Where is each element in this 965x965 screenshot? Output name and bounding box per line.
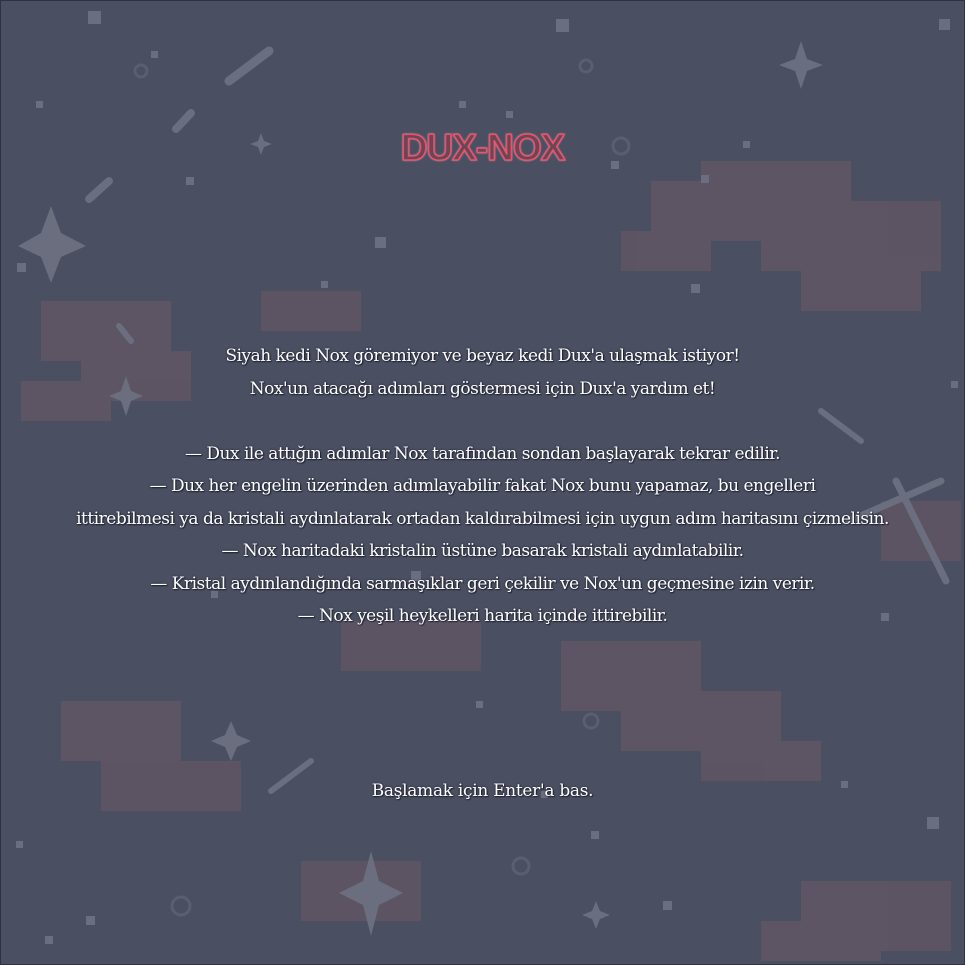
rule-line: — Nox yeşil heykelleri harita içinde itt… [297, 606, 668, 626]
start-prompt[interactable]: Başlamak için Enter'a bas. [1, 781, 964, 801]
intro-line: Nox'un atacağı adımları göstermesi için … [249, 378, 716, 399]
instructions-panel: Siyah kedi Nox göremiyor ve beyaz kedi D… [1, 340, 964, 633]
rule-line: — Kristal aydınlandığında sarmaşıklar ge… [150, 573, 815, 594]
rule-line: — Nox haritadaki kristalin üstüne basara… [221, 541, 744, 561]
rule-line: — Dux ile attığın adımlar Nox tarafından… [185, 443, 780, 464]
rule-line: — Dux her engelin üzerinden adımlayabili… [149, 476, 816, 496]
game-screen[interactable]: DUX-NOX Siyah kedi Nox göremiyor ve beya… [0, 0, 965, 965]
intro-line: Siyah kedi Nox göremiyor ve beyaz kedi D… [225, 346, 740, 366]
game-title: DUX-NOX [400, 126, 566, 169]
rule-line: ittirebilmesi ya da kristali aydınlatara… [76, 508, 889, 529]
